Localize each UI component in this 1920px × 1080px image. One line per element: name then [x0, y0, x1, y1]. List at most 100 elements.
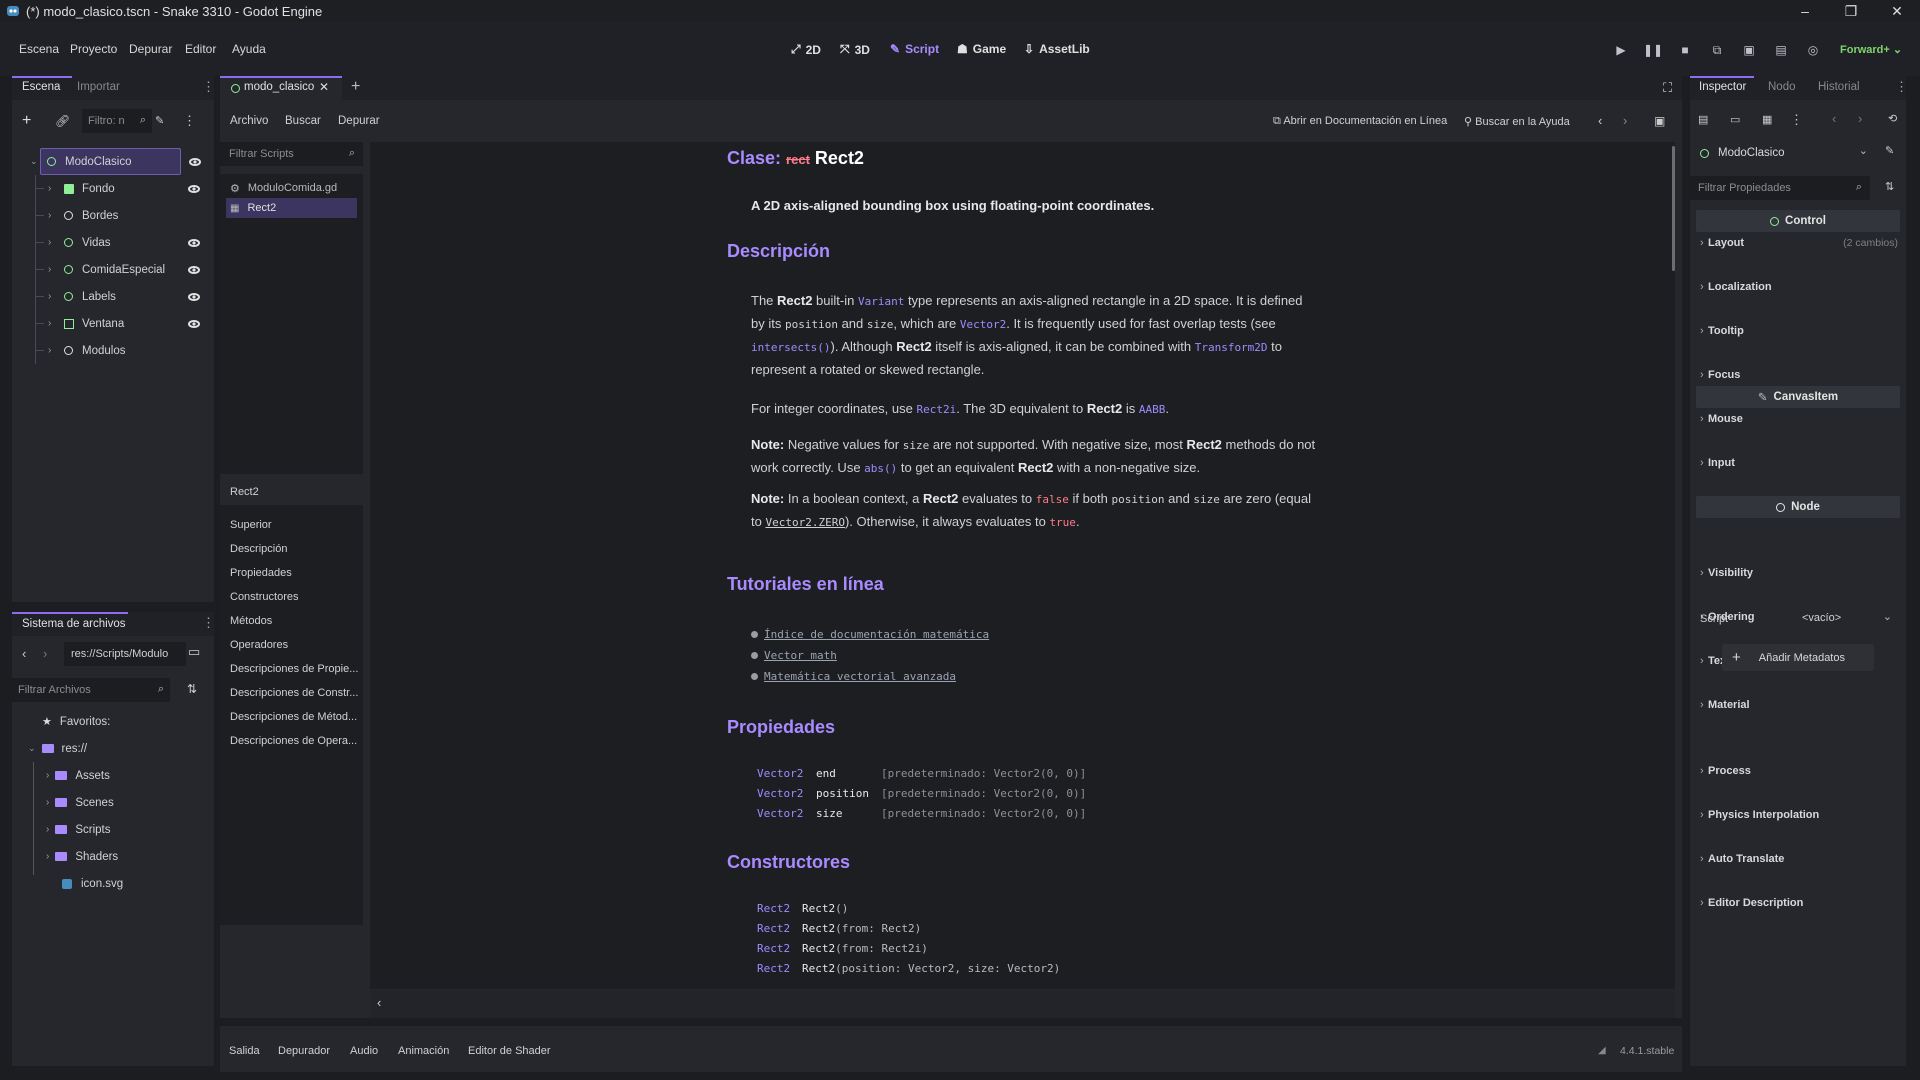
property-group-layout[interactable]: Layout(2 cambios)	[1696, 232, 1900, 254]
doc-section-link[interactable]: Propiedades	[220, 561, 363, 585]
toggle-scripts-panel-icon[interactable]: ▣	[1654, 114, 1665, 128]
constructor-return-type[interactable]: Rect2	[757, 942, 790, 955]
doc-section-link[interactable]: Descripciones de Propie...	[220, 657, 363, 681]
remote-debug-icon[interactable]: ⧉	[1707, 40, 1727, 60]
search-help-button[interactable]: ⚲ Buscar en la Ayuda	[1464, 115, 1570, 128]
property-group-editor-description[interactable]: Editor Description	[1696, 892, 1900, 914]
property-name[interactable]: end	[816, 767, 836, 780]
history-forward-icon[interactable]: ›	[1858, 111, 1862, 126]
files-filter-input[interactable]	[12, 678, 152, 702]
add-tab-icon[interactable]: +	[351, 78, 360, 96]
workspace-script[interactable]: ✎ Script	[890, 42, 939, 56]
tab-historial[interactable]: Historial	[1818, 81, 1860, 93]
tutorial-link[interactable]: Índice de documentación matemática	[751, 628, 989, 641]
doc-section-link[interactable]: Constructores	[220, 585, 363, 609]
renderer-select[interactable]: Forward+ ⌄	[1840, 43, 1902, 56]
menu-editor[interactable]: Editor	[185, 42, 216, 56]
tab-importar[interactable]: Importar	[77, 81, 120, 93]
movie-maker-icon[interactable]: ◎	[1803, 40, 1823, 60]
chevron-down-icon[interactable]: ⌄	[30, 156, 38, 167]
edit-object-icon[interactable]: ✎	[1885, 144, 1894, 157]
visibility-eye-icon[interactable]	[188, 238, 200, 247]
history-back-icon[interactable]: ‹	[1598, 113, 1602, 128]
link-icon[interactable]: 🔗︎	[55, 114, 70, 128]
online-docs-button[interactable]: ⧉ Abrir en Documentación en Línea	[1273, 115, 1447, 128]
property-group-mouse[interactable]: Mouse	[1696, 408, 1900, 430]
maximize-icon[interactable]: ❐	[1828, 0, 1874, 22]
property-group-tooltip[interactable]: Tooltip	[1696, 320, 1900, 342]
script-menu-archivo[interactable]: Archivo	[230, 115, 268, 127]
bottom-tab-audio[interactable]: Audio	[350, 1045, 378, 1057]
menu-ayuda[interactable]: Ayuda	[232, 42, 266, 56]
doc-section-link[interactable]: Métodos	[220, 609, 363, 633]
menu-escena[interactable]: Escena	[19, 42, 59, 56]
visibility-eye-icon[interactable]	[188, 184, 200, 193]
new-resource-icon[interactable]: ▤	[1698, 113, 1708, 126]
scene-node[interactable]: › Modulos	[12, 337, 192, 364]
tab-nodo[interactable]: Nodo	[1768, 81, 1796, 93]
attach-script-icon[interactable]: ✎	[155, 114, 164, 127]
constructor-return-type[interactable]: Rect2	[757, 922, 790, 935]
play-icon[interactable]: ▶	[1611, 40, 1631, 60]
dock-menu-icon[interactable]: ⋮	[202, 615, 215, 631]
scene-menu-icon[interactable]: ⋮	[183, 113, 196, 129]
visibility-eye-icon[interactable]	[188, 319, 200, 328]
visibility-eye-icon[interactable]	[189, 157, 201, 166]
chevron-right-icon[interactable]: ›	[48, 183, 51, 194]
scene-node[interactable]: › Labels	[12, 283, 200, 310]
close-tab-icon[interactable]: ✕	[319, 80, 329, 94]
folder-scenes[interactable]: › Scenes	[46, 789, 114, 816]
history-back-icon[interactable]: ‹	[1832, 111, 1836, 126]
tutorial-link[interactable]: Vector math	[751, 649, 837, 662]
workspace-game[interactable]: ☗ Game	[957, 42, 1006, 56]
chevron-right-icon[interactable]: ›	[48, 264, 51, 275]
object-history-icon[interactable]: ⟲	[1888, 112, 1897, 125]
pause-icon[interactable]: ❚❚	[1643, 40, 1663, 60]
chevron-right-icon[interactable]: ›	[48, 318, 51, 329]
workspace-assetlib[interactable]: ⇩ AssetLib	[1024, 42, 1090, 56]
script-menu-buscar[interactable]: Buscar	[285, 115, 321, 127]
folder-scripts[interactable]: › Scripts	[46, 816, 111, 843]
folder-assets[interactable]: › Assets	[46, 762, 110, 789]
chevron-right-icon[interactable]: ›	[48, 210, 51, 221]
tab-escena[interactable]: Escena	[22, 81, 60, 93]
workspace-2d[interactable]: ⤢ 2D	[791, 42, 821, 57]
doc-scrollbar[interactable]	[1672, 146, 1675, 271]
scripts-filter-input[interactable]	[220, 142, 340, 166]
constructor-return-type[interactable]: Rect2	[757, 902, 790, 915]
property-type[interactable]: Vector2	[757, 787, 803, 800]
property-group-material[interactable]: Material	[1696, 694, 1900, 716]
scene-node[interactable]: › Ventana	[12, 310, 200, 337]
property-group-auto-translate[interactable]: Auto Translate	[1696, 848, 1900, 870]
split-view-icon[interactable]: ▭	[188, 644, 200, 660]
stop-icon[interactable]: ■	[1675, 40, 1695, 60]
file-icon-svg[interactable]: icon.svg	[62, 870, 123, 897]
tab-inspector[interactable]: Inspector	[1699, 81, 1746, 93]
favorites-item[interactable]: ★ Favoritos:	[42, 708, 110, 735]
distraction-free-icon[interactable]: ⛶	[1663, 80, 1672, 96]
back-icon[interactable]: ‹	[22, 646, 26, 661]
close-icon[interactable]: ✕	[1874, 0, 1920, 22]
inspected-object-select[interactable]: ModoClasico ⌄	[1690, 142, 1876, 164]
property-type[interactable]: Vector2	[757, 767, 803, 780]
path-field[interactable]: res://Scripts/Modulo	[64, 642, 186, 666]
property-name[interactable]: position	[816, 787, 869, 800]
res-root-item[interactable]: ⌄ res://	[28, 735, 87, 762]
doc-section-link[interactable]: Descripción	[220, 537, 363, 561]
workspace-3d[interactable]: ⤧ 3D	[840, 42, 870, 57]
dock-menu-icon[interactable]: ⋮	[202, 79, 215, 95]
scene-node[interactable]: ⌄ ModoClasico	[30, 148, 201, 175]
property-group-focus[interactable]: Focus	[1696, 364, 1900, 386]
property-name[interactable]: size	[816, 807, 843, 820]
bottom-tab-depurador[interactable]: Depurador	[278, 1045, 330, 1057]
property-group-input[interactable]: Input	[1696, 452, 1900, 474]
bottom-tab-animacion[interactable]: Animación	[398, 1045, 449, 1057]
property-group-localization[interactable]: Localization	[1696, 276, 1900, 298]
chevron-right-icon[interactable]: ›	[48, 291, 51, 302]
script-property-value[interactable]: <vacío> ⌄	[1794, 607, 1900, 629]
forward-icon[interactable]: ›	[43, 646, 47, 661]
tab-filesystem[interactable]: Sistema de archivos	[22, 618, 126, 630]
script-menu-depurar[interactable]: Depurar	[338, 115, 380, 127]
script-item-rect2[interactable]: ▦ Rect2	[226, 198, 357, 218]
scene-node[interactable]: › Fondo	[12, 175, 200, 202]
